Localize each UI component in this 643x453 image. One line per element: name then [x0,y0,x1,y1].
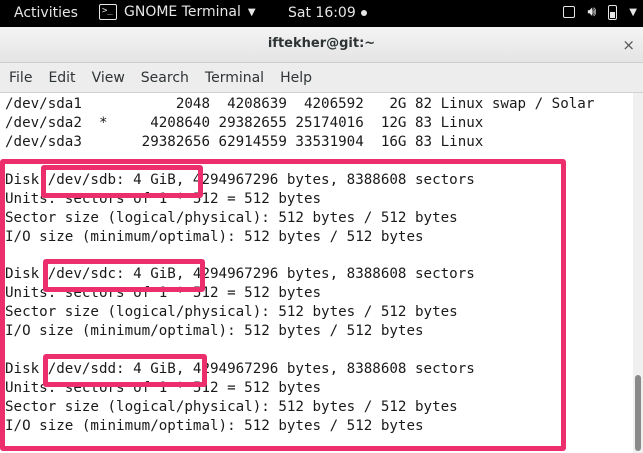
system-tray[interactable]: 🔊︎ ▼ [563,4,637,20]
window-icon[interactable] [563,6,576,18]
highlight-box-disks [0,159,566,451]
menu-edit[interactable]: Edit [39,63,82,92]
scrollbar-thumb[interactable] [635,375,641,451]
highlight-box-sdb [41,165,203,198]
terminal-icon: >_ [99,4,117,20]
activities-button[interactable]: Activities [14,5,78,21]
volume-icon[interactable]: 🔊︎ [587,4,596,20]
terminal-line: /dev/sda2 * 4208640 29382655 25174016 12… [5,115,484,131]
menu-file[interactable]: File [0,63,39,92]
menu-bar: File Edit View Search Terminal Help [0,63,643,93]
window-titlebar[interactable]: iftekher@git:~ × [0,27,643,63]
window-title: iftekher@git:~ [267,36,376,51]
clock-text: Sat 16:09 [288,5,356,21]
terminal-line: /dev/sda3 29382656 62914559 33531904 16G… [5,134,484,150]
dropdown-icon[interactable]: ▼ [629,7,637,18]
scrollbar[interactable] [633,93,643,453]
menu-terminal[interactable]: Terminal [196,63,271,92]
notification-dot-icon [360,10,367,16]
menu-view[interactable]: View [83,63,132,92]
highlight-box-sdc [43,259,205,292]
battery-icon[interactable] [608,4,618,20]
chevron-down-icon: ▼ [247,6,256,18]
menu-help[interactable]: Help [271,63,319,92]
terminal-line: /dev/sda1 2048 4208639 4206592 2G 82 Lin… [5,96,595,112]
clock[interactable]: Sat 16:09 [288,5,367,21]
app-name: GNOME Terminal [124,4,241,20]
close-icon[interactable]: × [622,36,635,54]
app-menu[interactable]: >_ GNOME Terminal ▼ [99,4,256,20]
highlight-box-sdd [43,354,207,387]
gnome-top-bar: Activities >_ GNOME Terminal ▼ Sat 16:09… [0,0,643,27]
menu-search[interactable]: Search [132,63,196,92]
